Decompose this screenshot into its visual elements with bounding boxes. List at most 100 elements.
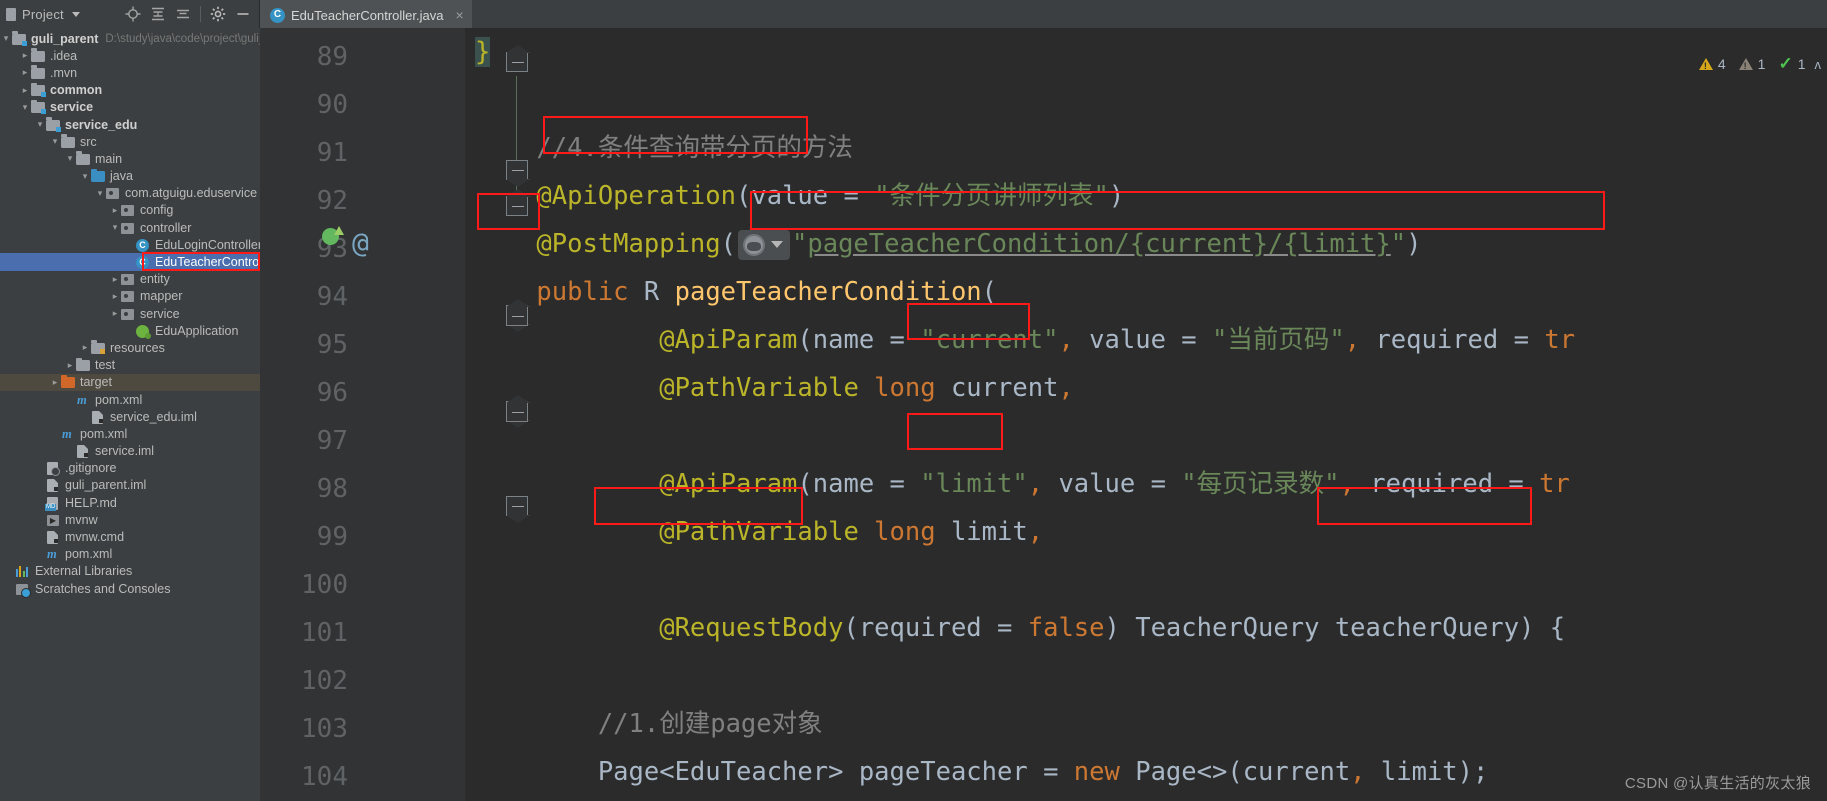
expand-arrow-icon[interactable]: ▾ xyxy=(19,102,31,112)
tree-label: mvnw xyxy=(65,512,98,527)
java-class-icon: C xyxy=(270,7,285,23)
expand-arrow-icon[interactable]: ▸ xyxy=(19,68,31,77)
line-number: 101 xyxy=(301,618,348,648)
maven-icon: m xyxy=(47,547,57,562)
tree-row[interactable]: ▸ resources xyxy=(0,339,260,356)
expand-arrow-icon[interactable]: ▸ xyxy=(109,205,121,215)
expand-arrow-icon[interactable]: ▸ xyxy=(64,360,76,370)
code-editor[interactable]: 8990919293949596979899100101102103104105… xyxy=(260,28,1827,801)
tree-row[interactable]: ▸ mapper xyxy=(0,288,260,305)
expand-arrow-icon[interactable]: ▸ xyxy=(49,377,61,387)
tree-row[interactable]: m pom.xml xyxy=(0,425,260,442)
weak-warning-icon xyxy=(1738,58,1753,71)
intention-bulb-icon[interactable] xyxy=(322,226,348,252)
tree-row[interactable]: ▾ src xyxy=(0,133,260,150)
expand-all-icon[interactable] xyxy=(150,6,166,22)
tree-row[interactable]: EduApplication xyxy=(0,322,260,339)
chevron-down-icon[interactable] xyxy=(71,11,80,17)
expand-arrow-icon[interactable]: ▸ xyxy=(79,343,91,352)
tree-row[interactable]: guli_parent.iml xyxy=(0,477,260,494)
libraries-icon xyxy=(16,564,31,578)
code-line: @RequestBody(required = false) TeacherQu… xyxy=(475,613,1566,643)
weak-warning-count: 1 xyxy=(1757,56,1766,72)
expand-arrow-icon[interactable]: ▸ xyxy=(19,51,31,60)
tree-row[interactable]: ▸ test xyxy=(0,357,260,374)
tree-row[interactable]: ▶ mvnw xyxy=(0,511,260,528)
close-icon[interactable]: × xyxy=(455,7,463,23)
package-icon xyxy=(121,221,136,235)
spring-boot-icon xyxy=(136,324,151,339)
line-number: 97 xyxy=(316,426,348,456)
web-url-icon[interactable] xyxy=(738,230,790,260)
tree-row[interactable]: ▸ entity xyxy=(0,271,260,288)
hide-toolwindow-icon[interactable] xyxy=(235,6,251,22)
tree-row[interactable]: C EduTeacherController xyxy=(0,253,260,271)
tree-row[interactable]: HELP.md xyxy=(0,494,260,511)
tree-row[interactable]: ▾ main xyxy=(0,150,260,167)
line-number: 95 xyxy=(316,330,348,360)
settings-gear-icon[interactable] xyxy=(210,6,226,22)
code-line: //1.创建page对象 xyxy=(475,709,823,739)
tree-row[interactable]: ▸ common xyxy=(0,82,260,99)
code-folding-column[interactable] xyxy=(380,28,528,801)
tree-row[interactable]: ▸ .idea xyxy=(0,47,260,64)
tree-row[interactable]: m pom.xml xyxy=(0,546,260,563)
tree-row[interactable]: ▸ config xyxy=(0,202,260,219)
expand-arrow-icon[interactable]: ▾ xyxy=(109,223,121,232)
tree-row[interactable]: mvnw.cmd xyxy=(0,528,260,545)
tree-row[interactable]: service_edu.iml xyxy=(0,408,260,425)
tree-row[interactable]: ▾ com.atguigu.eduservice xyxy=(0,185,260,202)
expand-arrow-icon[interactable]: ▾ xyxy=(94,188,106,198)
expand-arrow-icon[interactable]: ▾ xyxy=(64,154,76,163)
expand-arrow-icon[interactable]: ▸ xyxy=(109,291,121,301)
tree-label: entity xyxy=(140,272,170,287)
project-tree[interactable]: ▾ guli_parent D:\study\java\code\project\g… xyxy=(0,28,260,801)
tree-row[interactable]: service.iml xyxy=(0,443,260,460)
tree-row[interactable]: ▾ service xyxy=(0,99,260,116)
annotation-marker-icon[interactable]: @ xyxy=(352,226,369,259)
tree-label: pom.xml xyxy=(80,426,128,441)
expand-arrow-icon[interactable]: ▾ xyxy=(34,120,46,129)
tree-label: service_edu.iml xyxy=(110,409,197,424)
tree-label: java xyxy=(110,169,133,184)
tree-label: src xyxy=(80,134,97,149)
collapse-all-icon[interactable] xyxy=(175,6,191,22)
tree-row[interactable]: ▸ .mvn xyxy=(0,64,260,81)
tree-label: service xyxy=(50,100,94,115)
project-toolwindow-title[interactable]: Project xyxy=(22,7,64,22)
line-number: 99 xyxy=(316,522,348,552)
code-line: public R pageTeacherCondition( xyxy=(475,277,998,307)
tree-row[interactable]: ▾ controller xyxy=(0,219,260,236)
tab-edu-teacher-controller[interactable]: C EduTeacherController.java × xyxy=(260,0,472,28)
code-line: @PostMapping("pageTeacherCondition/{curr… xyxy=(475,229,1422,260)
tree-row[interactable]: C EduLoginController xyxy=(0,236,260,253)
expand-arrow-icon[interactable]: ▾ xyxy=(0,34,12,43)
tree-label: EduApplication xyxy=(155,323,239,338)
tree-label: com.atguigu.eduservice xyxy=(125,186,258,201)
tree-row[interactable]: ▸ target xyxy=(0,373,260,391)
tree-row[interactable]: Scratches and Consoles xyxy=(0,580,260,598)
expand-arrow-icon[interactable]: ▸ xyxy=(109,274,121,284)
tree-row-root[interactable]: ▾ guli_parent D:\study\java\code\project\g… xyxy=(0,30,260,47)
chevron-up-icon[interactable]: ʌ xyxy=(1815,57,1822,72)
tree-label: External Libraries xyxy=(35,564,133,579)
tree-label: service.iml xyxy=(95,444,155,459)
expand-arrow-icon[interactable]: ▾ xyxy=(49,137,61,146)
expand-arrow-icon[interactable]: ▸ xyxy=(109,309,121,318)
cmd-script-icon xyxy=(46,530,61,545)
expand-arrow-icon[interactable]: ▸ xyxy=(19,85,31,95)
tree-row[interactable]: ▾ service_edu xyxy=(0,116,260,133)
tree-row[interactable]: m pom.xml xyxy=(0,391,260,408)
code-content[interactable]: } //4.条件查询带分页的方法 @ApiOperation(value = "… xyxy=(475,28,1827,801)
inspection-status[interactable]: 4 1 ✓ 1 ʌ xyxy=(1698,54,1822,74)
folder-gray-icon xyxy=(31,65,46,80)
locate-icon[interactable] xyxy=(125,6,141,22)
top-bar: Project C EduTeacherController.java × xyxy=(0,0,1827,28)
editor-gutter[interactable]: 8990919293949596979899100101102103104105… xyxy=(260,28,528,801)
tree-row[interactable]: ▸ service xyxy=(0,305,260,322)
tree-row[interactable]: External Libraries xyxy=(0,563,260,580)
maven-icon: m xyxy=(62,426,72,441)
tree-row[interactable]: ▾ java xyxy=(0,168,260,185)
expand-arrow-icon[interactable]: ▾ xyxy=(79,171,91,181)
tree-row[interactable]: .gitignore xyxy=(0,460,260,477)
